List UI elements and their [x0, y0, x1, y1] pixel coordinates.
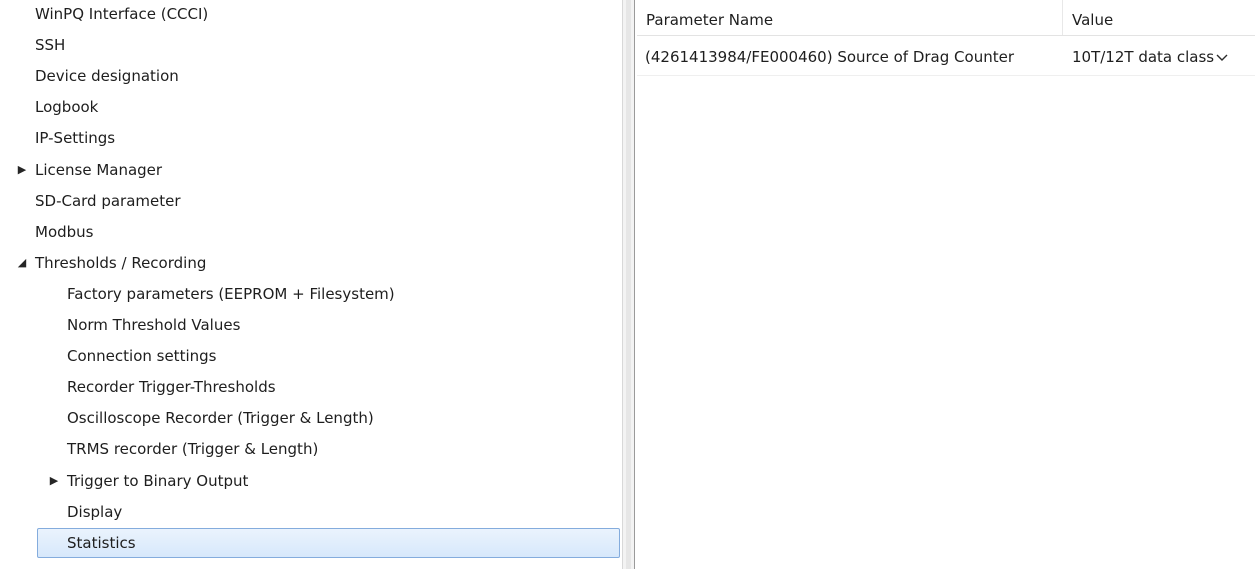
grid-header: Parameter Name Value — [637, 0, 1255, 36]
tree-item[interactable]: Factory parameters (EEPROM + Filesystem) — [0, 280, 620, 308]
tree-item[interactable]: ◢ Thresholds / Recording — [0, 249, 620, 277]
tree-item-label: Oscilloscope Recorder (Trigger & Length) — [67, 409, 374, 427]
collapsed-triangle-icon[interactable]: ▶ — [47, 467, 61, 495]
tree-item[interactable]: ▶ Trigger to Binary Output — [0, 467, 620, 495]
window: WinPQ Interface (CCCI) SSH Device designat… — [0, 0, 1255, 569]
tree-item-label: Modbus — [35, 223, 94, 241]
expanded-triangle-icon[interactable]: ◢ — [15, 249, 29, 277]
chevron-down-icon[interactable] — [1216, 38, 1228, 75]
tree-item[interactable]: IP-Settings — [0, 124, 620, 152]
tree-item[interactable]: SSH — [0, 31, 620, 59]
tree-item-label: Connection settings — [67, 347, 217, 365]
tree-item[interactable]: TRMS recorder (Trigger & Length) — [0, 435, 620, 463]
tree-item-label: SSH — [35, 36, 66, 54]
tree-item-label: Recorder Trigger-Thresholds — [67, 378, 276, 396]
tree-item[interactable]: Recorder Trigger-Thresholds — [0, 373, 620, 401]
tree-item[interactable]: Display — [0, 498, 620, 526]
tree-item[interactable]: Connection settings — [0, 342, 620, 370]
tree-item[interactable]: Device designation — [0, 62, 620, 90]
tree-item-label: Display — [67, 503, 123, 521]
tree-item-label: Trigger to Binary Output — [67, 472, 249, 490]
tree-item-label: Norm Threshold Values — [67, 316, 241, 334]
column-header-parameter-name[interactable]: Parameter Name — [637, 0, 1063, 35]
value-dropdown-text: 10T/12T data class — [1072, 48, 1215, 66]
tree-item-label: Statistics — [67, 534, 136, 552]
tree-item-label: Device designation — [35, 67, 179, 85]
pane-splitter[interactable] — [622, 0, 635, 569]
tree-item[interactable]: Modbus — [0, 218, 620, 246]
tree-item[interactable]: Logbook — [0, 93, 620, 121]
tree-item-label: License Manager — [35, 161, 163, 179]
collapsed-triangle-icon[interactable]: ▶ — [15, 156, 29, 184]
tree-item[interactable]: Oscilloscope Recorder (Trigger & Length) — [0, 404, 620, 432]
tree-item-label: TRMS recorder (Trigger & Length) — [67, 440, 319, 458]
tree-item-label: IP-Settings — [35, 129, 116, 147]
splitter-grip[interactable] — [626, 0, 631, 569]
column-header-value[interactable]: Value — [1063, 0, 1255, 35]
tree-item[interactable]: WinPQ Interface (CCCI) — [0, 0, 620, 28]
tree-item[interactable]: ▶ License Manager — [0, 156, 620, 184]
tree-item-label: SD-Card parameter — [35, 192, 181, 210]
value-dropdown[interactable]: 10T/12T data class — [1063, 38, 1255, 75]
tree-item[interactable]: Statistics — [37, 528, 620, 558]
tree-item-label: WinPQ Interface (CCCI) — [35, 5, 209, 23]
tree-item-label: Logbook — [35, 98, 99, 116]
tree-item-label: Factory parameters (EEPROM + Filesystem) — [67, 285, 395, 303]
settings-tree: WinPQ Interface (CCCI) SSH Device designat… — [0, 0, 622, 569]
tree-item[interactable]: Norm Threshold Values — [0, 311, 620, 339]
parameter-name-cell: (4261413984/FE000460) Source of Drag Cou… — [645, 48, 1014, 66]
table-row[interactable]: (4261413984/FE000460) Source of Drag Cou… — [637, 38, 1255, 76]
tree-item[interactable]: SD-Card parameter — [0, 187, 620, 215]
parameter-grid: Parameter Name Value (4261413984/FE00046… — [637, 0, 1255, 569]
tree-item-label: Thresholds / Recording — [35, 254, 207, 272]
